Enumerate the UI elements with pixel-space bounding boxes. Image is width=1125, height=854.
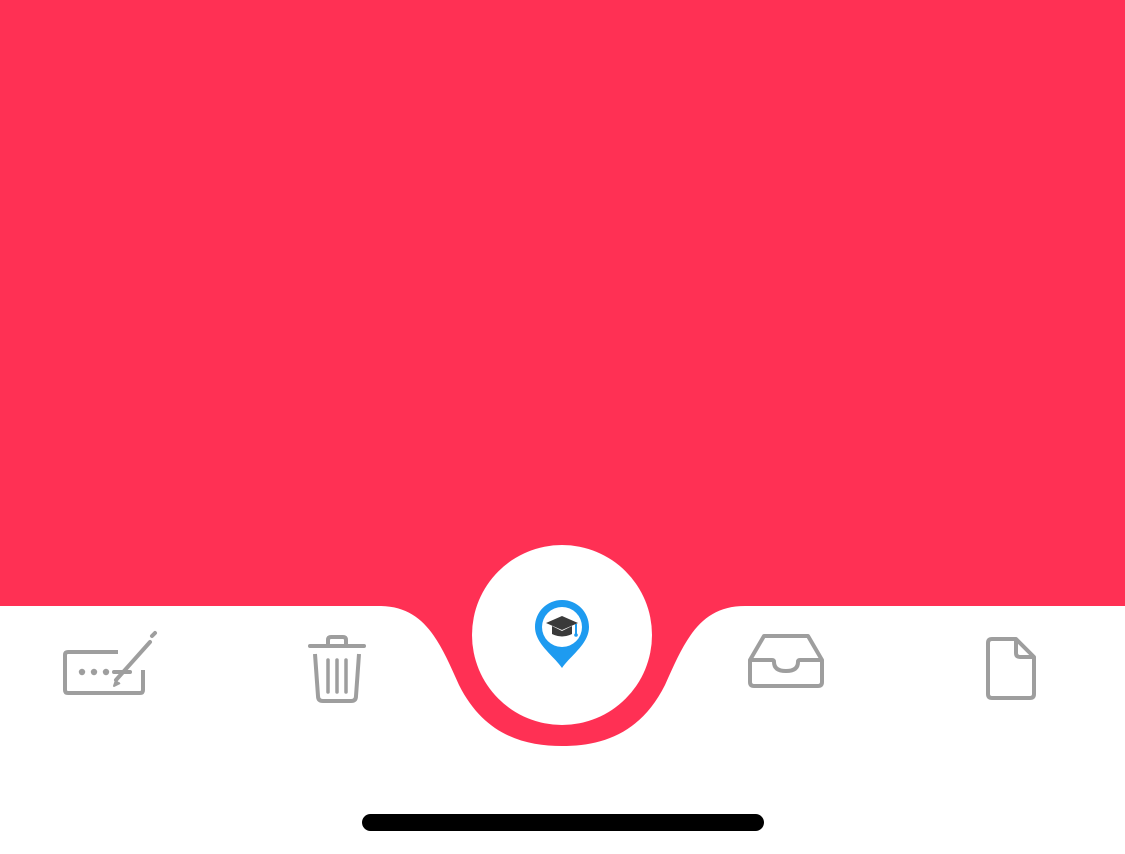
location-pin-graduation-cap-icon (535, 600, 589, 668)
tab-signature[interactable] (60, 628, 162, 698)
inbox-tray-icon (748, 634, 824, 688)
home-indicator[interactable] (362, 814, 764, 831)
tab-trash[interactable] (306, 634, 368, 706)
trash-icon (308, 635, 366, 703)
tab-inbox[interactable] (746, 632, 826, 690)
tab-bar-background (0, 0, 1125, 746)
document-icon (986, 637, 1036, 700)
signature-pencil-icon (63, 631, 157, 695)
tab-location-center[interactable] (472, 545, 652, 725)
tab-document[interactable] (984, 636, 1038, 702)
app-screen (0, 0, 1125, 854)
